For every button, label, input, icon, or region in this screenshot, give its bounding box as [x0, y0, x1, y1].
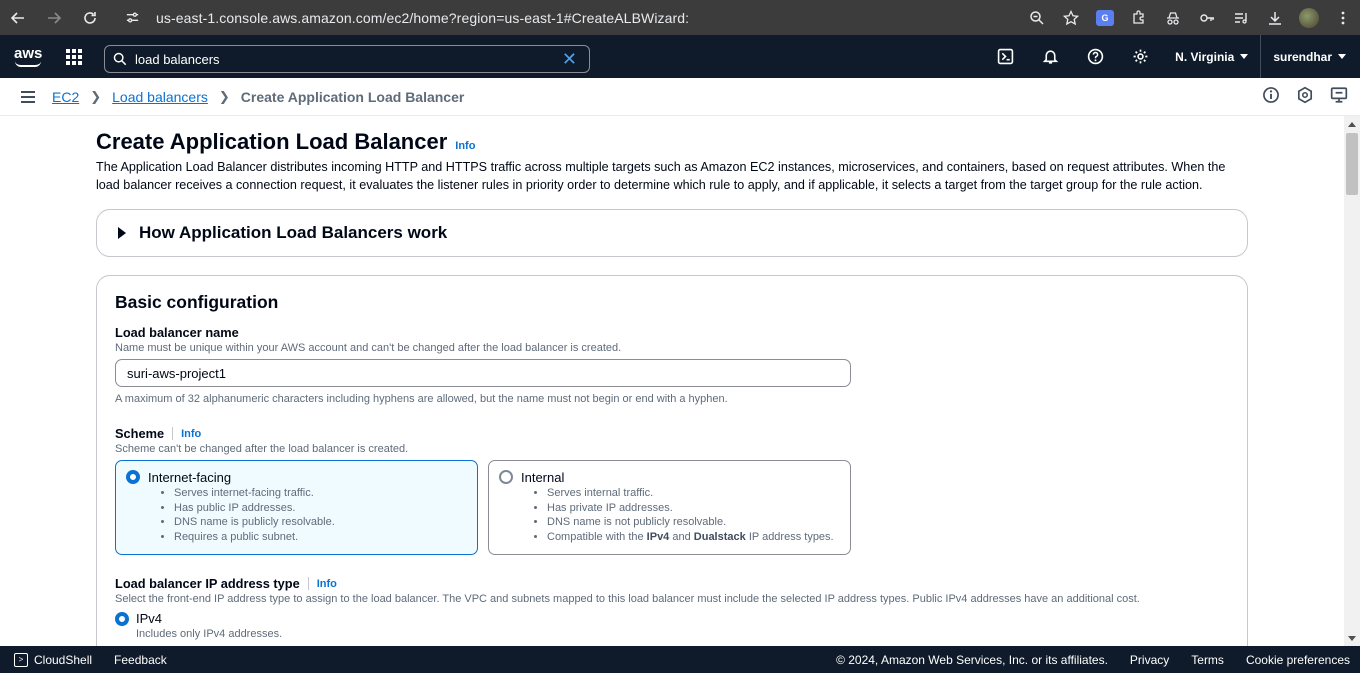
services-menu-icon[interactable]	[66, 48, 82, 65]
reading-list-icon[interactable]	[1224, 0, 1258, 35]
cloudshell-icon[interactable]	[983, 35, 1028, 78]
name-constraint: A maximum of 32 alphanumeric characters …	[115, 393, 728, 405]
browser-menu-icon[interactable]	[1326, 0, 1360, 35]
terminal-icon: >	[14, 652, 28, 667]
name-label: Load balancer name	[115, 325, 239, 340]
basic-configuration-panel: Basic configuration Load balancer name N…	[96, 275, 1248, 646]
region-selector[interactable]: N. Virginia	[1163, 35, 1260, 78]
option-bullets: Serves internal traffic. Has private IP …	[547, 486, 834, 544]
list-item: Serves internal traffic.	[547, 486, 834, 501]
zoom-icon[interactable]	[1020, 0, 1054, 35]
chevron-right-icon: ❯	[218, 88, 230, 104]
scheme-label: Scheme Info	[115, 426, 202, 441]
how-it-works-expander[interactable]: How Application Load Balancers work	[96, 209, 1248, 257]
option-title: Internal	[521, 470, 565, 485]
extensions-puzzle-icon[interactable]	[1122, 0, 1156, 35]
list-item: Has public IP addresses.	[174, 501, 335, 516]
feedback-panel-icon[interactable]	[1330, 86, 1348, 109]
password-key-icon[interactable]	[1190, 0, 1224, 35]
breadcrumb-load-balancers[interactable]: Load balancers	[112, 89, 208, 105]
chevron-right-icon: ❯	[90, 88, 102, 104]
aws-logo[interactable]: aws	[14, 45, 44, 69]
forward-icon[interactable]	[36, 0, 72, 35]
copyright-text: © 2024, Amazon Web Services, Inc. or its…	[836, 652, 1108, 667]
profile-avatar[interactable]	[1292, 0, 1326, 35]
ipv4-description: Includes only IPv4 addresses.	[136, 628, 283, 640]
main-content: Create Application Load Balancer Info Th…	[0, 116, 1344, 646]
back-icon[interactable]	[0, 0, 36, 35]
radio-selected[interactable]	[126, 470, 140, 484]
bookmark-star-icon[interactable]	[1054, 0, 1088, 35]
scroll-down-icon[interactable]	[1348, 636, 1356, 641]
browser-toolbar: us-east-1.console.aws.amazon.com/ec2/hom…	[0, 0, 1360, 35]
notifications-bell-icon[interactable]	[1028, 35, 1073, 78]
scheme-info-link[interactable]: Info	[181, 428, 201, 440]
clear-search-icon[interactable]: ✕	[562, 50, 577, 68]
vertical-scrollbar[interactable]	[1344, 116, 1360, 646]
breadcrumb-ec2[interactable]: EC2	[52, 89, 79, 105]
list-item: Compatible with the IPv4 and Dualstack I…	[547, 530, 834, 545]
list-item: Requires a public subnet.	[174, 530, 335, 545]
scroll-up-icon[interactable]	[1348, 122, 1356, 127]
page-info-link[interactable]: Info	[455, 140, 475, 152]
load-balancer-name-input[interactable]	[115, 359, 851, 387]
scheme-internal-option[interactable]: Internal Serves internal traffic. Has pr…	[488, 460, 851, 555]
ip-type-description: Select the front-end IP address type to …	[115, 593, 1140, 605]
side-nav-menu-icon[interactable]	[21, 90, 35, 103]
list-item: Serves internet-facing traffic.	[174, 486, 335, 501]
scrollbar-thumb[interactable]	[1346, 133, 1358, 195]
notifications-panel-icon[interactable]	[1296, 86, 1314, 109]
name-description: Name must be unique within your AWS acco…	[115, 342, 622, 354]
ip-type-info-link[interactable]: Info	[317, 578, 337, 590]
option-bullets: Serves internet-facing traffic. Has publ…	[174, 486, 335, 544]
breadcrumb-current: Create Application Load Balancer	[240, 88, 465, 105]
caret-right-icon	[118, 227, 126, 239]
chevron-down-icon	[1338, 54, 1346, 59]
aws-top-nav: aws ✕ N. Virginia surendhar	[0, 35, 1360, 78]
console-search[interactable]: ✕	[104, 45, 590, 73]
scheme-description: Scheme can't be changed after the load b…	[115, 443, 409, 455]
page-title: Create Application Load Balancer	[96, 129, 448, 154]
scheme-internet-facing-option[interactable]: Internet-facing Serves internet-facing t…	[115, 460, 478, 555]
search-icon	[105, 52, 135, 66]
site-settings-icon[interactable]	[118, 10, 146, 25]
download-icon[interactable]	[1258, 0, 1292, 35]
chevron-down-icon	[1240, 54, 1249, 59]
address-bar[interactable]: us-east-1.console.aws.amazon.com/ec2/hom…	[118, 4, 988, 31]
url-text: us-east-1.console.aws.amazon.com/ec2/hom…	[156, 9, 690, 26]
option-title: Internet-facing	[148, 470, 232, 485]
breadcrumb: EC2 ❯ Load balancers ❯ Create Applicatio…	[52, 89, 464, 105]
page-description: The Application Load Balancer distribute…	[96, 160, 1226, 192]
ip-type-label: Load balancer IP address type Info	[115, 576, 337, 591]
translate-extension-icon[interactable]: G	[1088, 0, 1122, 35]
info-panel-icon[interactable]	[1262, 86, 1280, 109]
incognito-icon[interactable]	[1156, 0, 1190, 35]
search-input[interactable]	[135, 51, 555, 67]
ipv4-radio[interactable]	[115, 612, 129, 626]
help-icon[interactable]	[1073, 35, 1118, 78]
breadcrumb-bar: EC2 ❯ Load balancers ❯ Create Applicatio…	[0, 78, 1360, 116]
feedback-link[interactable]: Feedback	[114, 653, 167, 667]
list-item: DNS name is not publicly resolvable.	[547, 515, 834, 530]
expander-title: How Application Load Balancers work	[139, 223, 448, 242]
settings-gear-icon[interactable]	[1118, 35, 1163, 78]
reload-icon[interactable]	[72, 0, 108, 35]
cookie-preferences-link[interactable]: Cookie preferences	[1246, 653, 1350, 667]
ipv4-label[interactable]: IPv4	[136, 611, 162, 626]
radio-unselected[interactable]	[499, 470, 513, 484]
list-item: DNS name is publicly resolvable.	[174, 515, 335, 530]
cloudshell-button[interactable]: > CloudShell	[14, 652, 92, 667]
console-footer: > CloudShell Feedback © 2024, Amazon Web…	[0, 646, 1360, 673]
terms-link[interactable]: Terms	[1191, 653, 1224, 667]
privacy-link[interactable]: Privacy	[1130, 653, 1169, 667]
list-item: Has private IP addresses.	[547, 501, 834, 516]
account-menu[interactable]: surendhar	[1260, 35, 1360, 78]
panel-title: Basic configuration	[115, 292, 279, 312]
